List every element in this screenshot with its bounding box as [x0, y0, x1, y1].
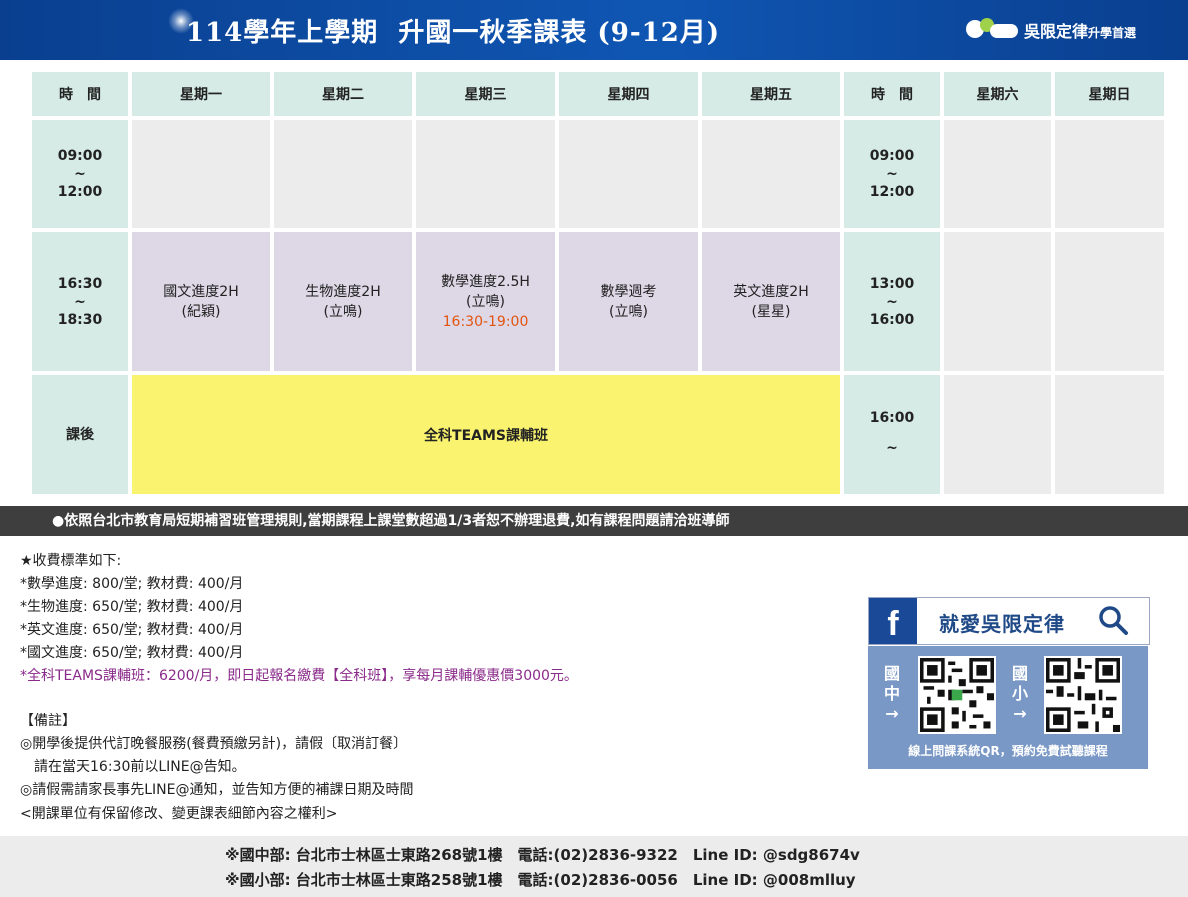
- course-name: 數學進度2.5H: [441, 273, 530, 290]
- course-name: 國文進度2H: [163, 283, 239, 300]
- table-header-row: 時 間 星期一 星期二 星期三 星期四 星期五 時 間 星期六 星期日: [32, 72, 1164, 116]
- course-cell-wednesday: 數學進度2.5H (立鳴) 16:30-19:00: [416, 232, 555, 371]
- time-cell: 16:30 ~ 18:30: [32, 232, 128, 371]
- teacher-name: (星星): [751, 303, 791, 320]
- qr-label-elementary: 國小 →: [1011, 664, 1028, 723]
- junior-branch-contact: ※國中部: 台北市士林區士東路268號1樓 電話:(02)2836-9322 L…: [225, 846, 860, 864]
- empty-cell: [944, 120, 1051, 228]
- time-start: 16:00: [869, 409, 915, 426]
- logo-subtitle: 升學首選: [1088, 26, 1137, 40]
- brand-logo: 吳限定律升學首選: [966, 18, 1136, 42]
- qr-code-junior[interactable]: [918, 656, 996, 734]
- header-sunday: 星期日: [1055, 72, 1164, 116]
- course-name: 生物進度2H: [305, 283, 381, 300]
- empty-cell: [1055, 375, 1164, 494]
- facebook-icon: f: [869, 598, 917, 644]
- empty-cell: [702, 120, 840, 228]
- time-separator: ~: [74, 166, 86, 182]
- logo-icon: [966, 18, 1020, 42]
- course-cell-tuesday: 生物進度2H (立鳴): [274, 232, 412, 371]
- course-cell-monday: 國文進度2H (紀穎): [132, 232, 270, 371]
- header-wednesday: 星期三: [416, 72, 555, 116]
- refund-notice-bar: ●依照台北市教育局短期補習班管理規則,當期課程上課堂數超過1/3者恕不辦理退費,…: [0, 506, 1188, 536]
- header-thursday: 星期四: [559, 72, 698, 116]
- rights-footnote: <開課單位有保留修改、變更課表細節內容之權利>: [20, 806, 338, 822]
- fee-section: ★收費標準如下: *數學進度: 800/堂; 教材費: 400/月 *生物進度:…: [20, 550, 578, 688]
- page-title: 114學年上學期 升國一秋季課表 (9-12月): [186, 18, 721, 48]
- empty-cell: [1055, 120, 1164, 228]
- course-time: 16:30-19:00: [442, 313, 529, 330]
- teacher-name: (紀穎): [181, 303, 221, 320]
- remark-item: 請在當天16:30前以LINE@告知。: [20, 759, 246, 775]
- header-friday: 星期五: [702, 72, 840, 116]
- qr-pattern-icon: [1046, 658, 1120, 732]
- header-monday: 星期一: [132, 72, 270, 116]
- logo-text: 吳限定律升學首選: [1024, 22, 1137, 41]
- teacher-name: (立鳴): [609, 303, 648, 320]
- weekend-time-cell: 13:00 ~ 16:00: [844, 232, 940, 371]
- fee-item: *數學進度: 800/堂; 教材費: 400/月: [20, 576, 244, 592]
- header-bar: 114學年上學期 升國一秋季課表 (9-12月) 吳限定律升學首選: [0, 0, 1188, 60]
- time-start: 13:00: [869, 275, 915, 292]
- schedule-table: 時 間 星期一 星期二 星期三 星期四 星期五 時 間 星期六 星期日 09:0…: [28, 68, 1168, 498]
- course-name: 英文進度2H: [733, 283, 809, 300]
- fee-item: *英文進度: 650/堂; 教材費: 400/月: [20, 622, 244, 638]
- remarks-section: 【備註】 ◎開學後提供代訂晚餐服務(餐費預繳另計)，請假〔取消訂餐〕 請在當天1…: [20, 710, 413, 802]
- course-cell-thursday: 數學週考 (立鳴): [559, 232, 698, 371]
- course-name: 數學週考: [600, 283, 657, 300]
- qr-code-elementary[interactable]: [1044, 656, 1122, 734]
- qr-caption: 線上問課系統QR，預約免費試聽課程: [908, 744, 1108, 758]
- time-separator: ~: [886, 166, 898, 182]
- header-tuesday: 星期二: [274, 72, 412, 116]
- time-separator: ~: [886, 293, 898, 310]
- course-cell-friday: 英文進度2H (星星): [702, 232, 840, 371]
- time-end: 12:00: [57, 184, 103, 200]
- weekend-time-cell: 09:00 ~ 12:00: [844, 120, 940, 228]
- empty-cell: [1055, 232, 1164, 371]
- remarks-title: 【備註】: [20, 713, 76, 729]
- table-row: 課後 全科TEAMS課輔班 16:00 ~: [32, 375, 1164, 494]
- contact-footer: ※國中部: 台北市士林區士東路268號1樓 電話:(02)2836-9322 L…: [0, 836, 1188, 897]
- time-end: 18:30: [57, 311, 103, 328]
- empty-cell: [416, 120, 555, 228]
- header-saturday: 星期六: [944, 72, 1051, 116]
- search-icon: [1099, 606, 1128, 635]
- elementary-branch-contact: ※國小部: 台北市士林區士東路258號1樓 電話:(02)2836-0056 L…: [225, 871, 856, 889]
- after-school-label: 課後: [32, 375, 128, 494]
- time-end: 16:00: [869, 311, 915, 328]
- header-weekend-time: 時 間: [844, 72, 940, 116]
- time-start: 16:30: [57, 275, 103, 292]
- facebook-page-name: 就愛吳限定律: [939, 612, 1065, 636]
- header-time: 時 間: [32, 72, 128, 116]
- time-separator: ~: [886, 439, 898, 456]
- fee-item: *國文進度: 650/堂; 教材費: 400/月: [20, 645, 244, 661]
- empty-cell: [132, 120, 270, 228]
- fee-title: ★收費標準如下:: [20, 553, 122, 569]
- facebook-search-banner[interactable]: f 就愛吳限定律: [868, 597, 1150, 645]
- qr-pattern-icon: [920, 658, 994, 732]
- table-row: 16:30 ~ 18:30 國文進度2H (紀穎) 生物進度2H (立鳴) 數學…: [32, 232, 1164, 371]
- weekend-time-cell: 16:00 ~: [844, 375, 940, 494]
- remark-item: ◎請假需請家長事先LINE@通知，並告知方便的補課日期及時間: [20, 782, 414, 798]
- refund-notice-text: ●依照台北市教育局短期補習班管理規則,當期課程上課堂數超過1/3者恕不辦理退費,…: [52, 513, 730, 529]
- fee-highlight: *全科TEAMS課輔班：6200/月，即日起報名繳費【全科班】，享每月課輔優惠價…: [20, 668, 578, 684]
- table-row: 09:00 ~ 12:00 09:00 ~ 12:00: [32, 120, 1164, 228]
- qr-label-junior: 國中 →: [883, 664, 900, 723]
- empty-cell: [944, 375, 1051, 494]
- fee-item: *生物進度: 650/堂; 教材費: 400/月: [20, 599, 244, 615]
- empty-cell: [944, 232, 1051, 371]
- time-cell: 09:00 ~ 12:00: [32, 120, 128, 228]
- empty-cell: [559, 120, 698, 228]
- qr-panel: 國中 → 國小 → 線上問課系統QR，預約免費試聽課程: [868, 646, 1148, 769]
- teams-class-cell: 全科TEAMS課輔班: [132, 375, 840, 494]
- time-separator: ~: [74, 293, 86, 310]
- teacher-name: (立鳴): [323, 303, 363, 320]
- empty-cell: [274, 120, 412, 228]
- remark-item: ◎開學後提供代訂晚餐服務(餐費預繳另計)，請假〔取消訂餐〕: [20, 736, 408, 752]
- teacher-name: (立鳴): [466, 293, 505, 310]
- time-end: 12:00: [869, 184, 915, 200]
